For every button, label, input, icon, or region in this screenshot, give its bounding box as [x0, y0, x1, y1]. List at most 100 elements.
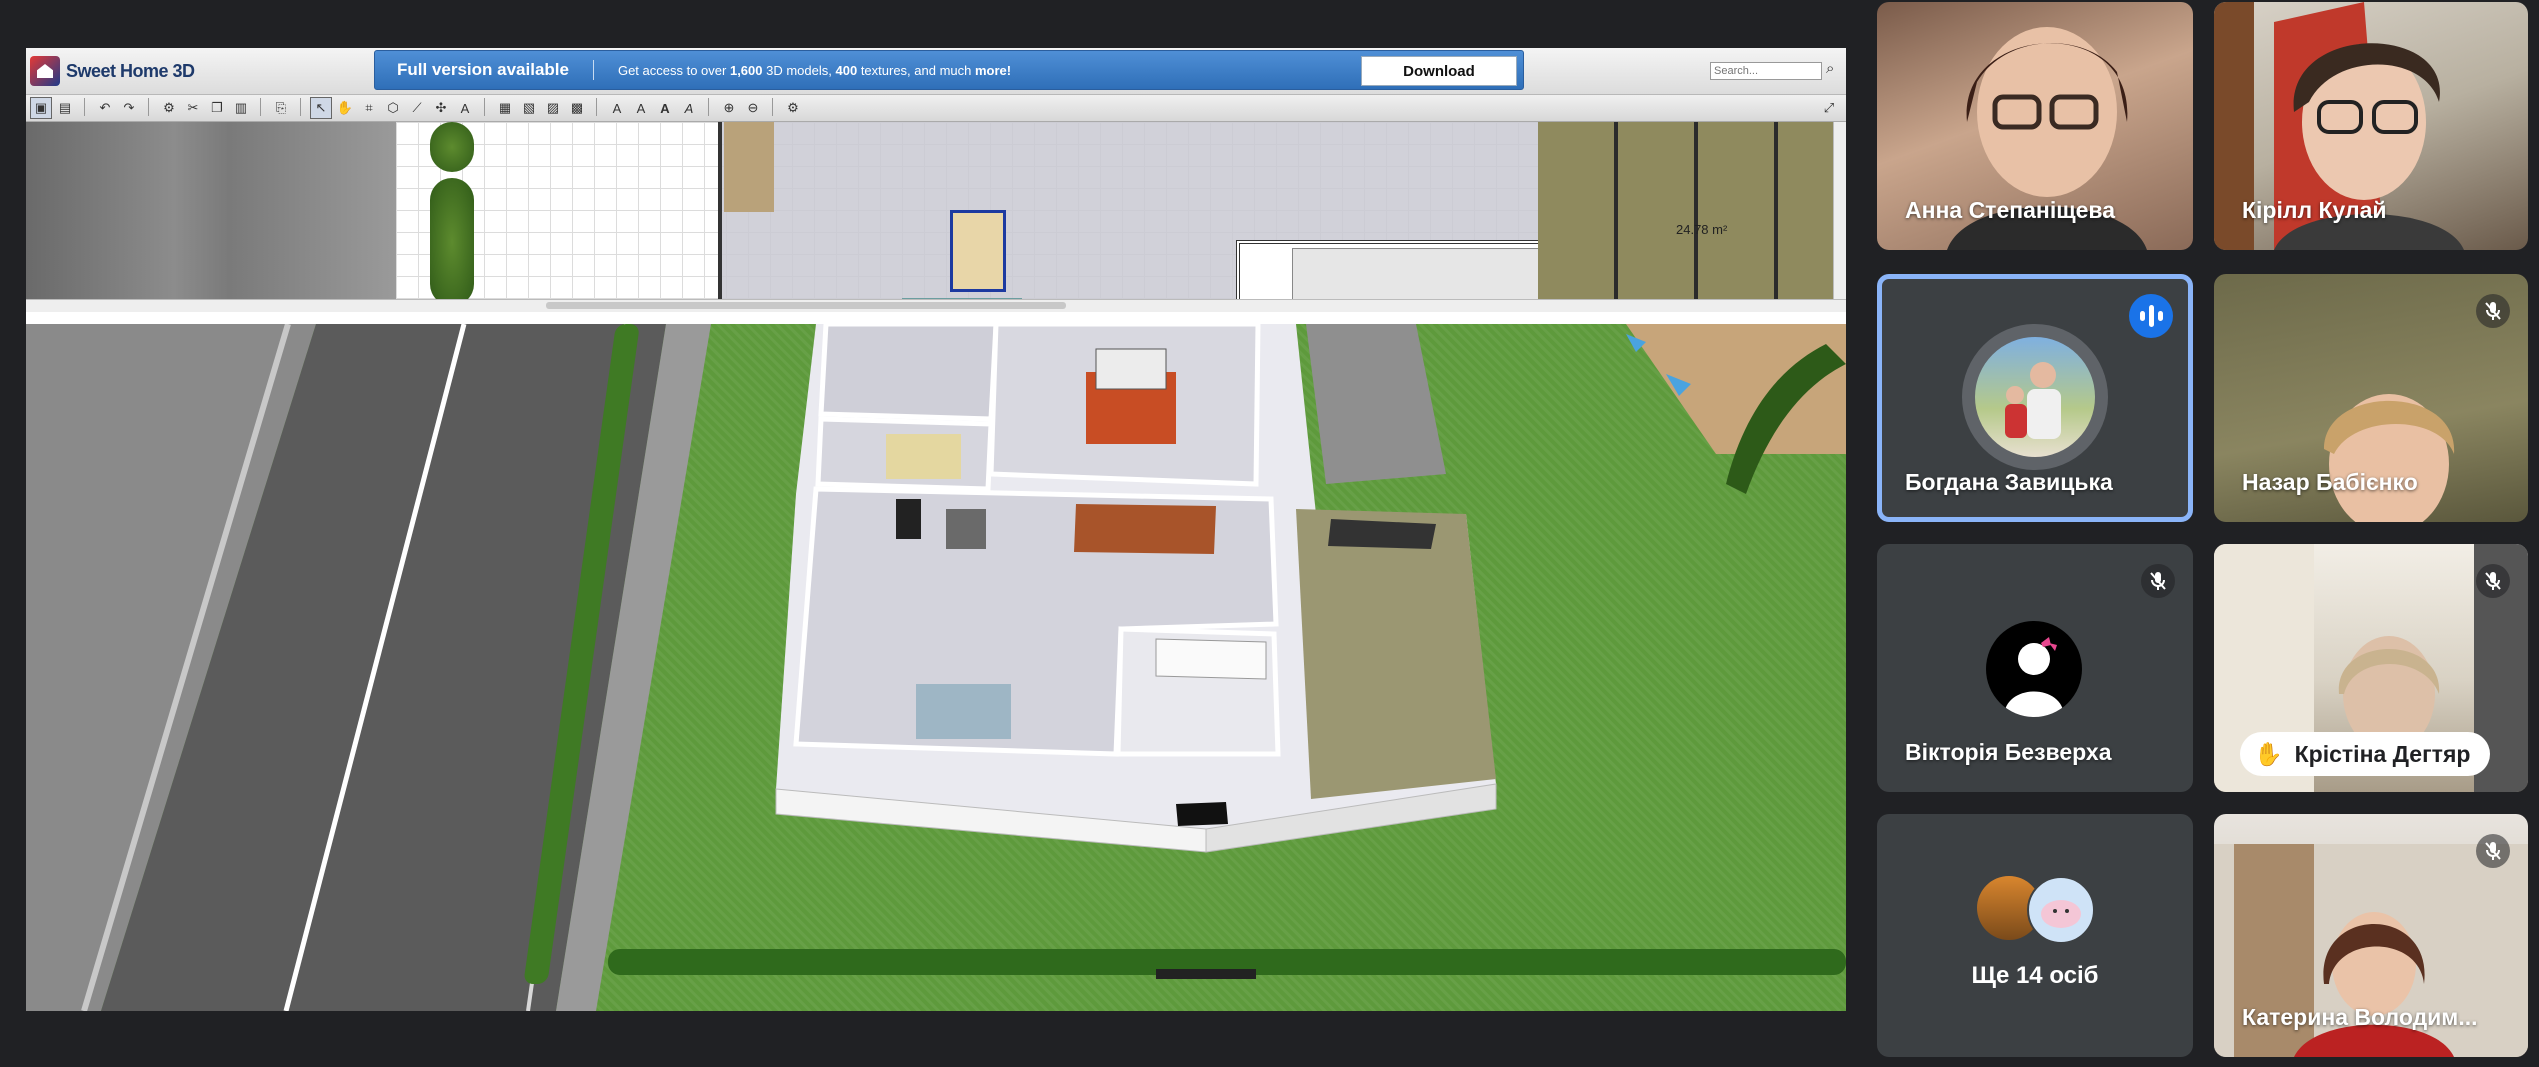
garage-floor: [1296, 509, 1496, 799]
bathroom: [818, 324, 999, 422]
plan-area-label: 24.78 m²: [1676, 222, 1728, 237]
promo-divider: [592, 60, 594, 80]
app-logo: Sweet Home 3D: [30, 54, 195, 88]
participant-tile[interactable]: Вікторія Безверха: [1877, 544, 2193, 792]
italic-text-icon[interactable]: A: [678, 97, 700, 119]
participant-name: Назар Бабієнко: [2242, 469, 2418, 495]
participant-name: Кірілл Кулай: [2242, 197, 2387, 223]
mic-off-icon: [2476, 834, 2510, 868]
participant-tile-active[interactable]: Богдана Завицька: [1877, 274, 2193, 522]
garage-bench: [1328, 519, 1436, 549]
participant-name: Богдана Завицька: [1905, 469, 2113, 495]
scrollbar-thumb[interactable]: [546, 302, 1066, 309]
toolbar: ▣ ▤ ↶ ↷ ⚙ ✂ ❐ ▥ ⎘ ↖ ✋ ⌗ ⬡ ⟋ ✣ A ▦ ▧ ▨ ▩ …: [26, 95, 1846, 122]
more-participants-tile[interactable]: Ще 14 осіб: [1877, 814, 2193, 1057]
3d-scene: [26, 324, 1846, 1011]
plan-furniture: [724, 122, 774, 212]
plan-hedge: [430, 178, 474, 306]
plan-selected-furniture[interactable]: [950, 210, 1006, 292]
catalog-view-icon[interactable]: ▣: [30, 97, 52, 119]
window-shelf: [1074, 504, 1216, 554]
audio-level-icon: [2129, 294, 2173, 338]
participant-name: Катерина Володим...: [2242, 1004, 2478, 1030]
participant-name: Вікторія Безверха: [1905, 739, 2112, 765]
more-participants-label: Ще 14 осіб: [1971, 962, 2099, 989]
toolbar-divider: [148, 98, 149, 116]
participant-name: Анна Степаніщева: [1905, 197, 2116, 223]
toolbar-divider: [260, 98, 261, 116]
mic-off-icon: [2476, 294, 2510, 328]
save-icon[interactable]: ▤: [54, 97, 76, 119]
undo-icon[interactable]: ↶: [94, 97, 116, 119]
avatar: [1975, 337, 2095, 457]
promo-title: Full version available: [397, 60, 569, 79]
zoom-out-icon[interactable]: ⊖: [742, 97, 764, 119]
avatar: [1986, 621, 2082, 717]
dining-table: [916, 684, 1011, 739]
increase-text-icon[interactable]: A: [606, 97, 628, 119]
search-icon[interactable]: ⌕: [1826, 60, 1834, 77]
doormat: [1176, 802, 1228, 826]
plan-vertical-scrollbar[interactable]: [1833, 122, 1846, 300]
zoom-in-icon[interactable]: ⊕: [718, 97, 740, 119]
pan-mode-icon[interactable]: ✋: [334, 97, 356, 119]
create-photo-icon[interactable]: ▦: [494, 97, 516, 119]
create-dimensions-icon[interactable]: ✣: [430, 97, 452, 119]
create-video-icon[interactable]: ▧: [518, 97, 540, 119]
decrease-text-icon[interactable]: A: [630, 97, 652, 119]
avatar-photo: [2041, 900, 2081, 928]
avatar-photo: [2005, 362, 2061, 439]
cut-icon[interactable]: ✂: [182, 97, 204, 119]
wardrobe: [886, 434, 961, 479]
download-button[interactable]: Download: [1361, 56, 1517, 86]
shared-screen: Sweet Home 3D Full version available Get…: [26, 48, 1846, 1011]
paste-style-icon[interactable]: ⎘: [270, 97, 292, 119]
bathtub: [1155, 638, 1267, 680]
plan-hedge: [430, 122, 474, 172]
create-polylines-icon[interactable]: ⟋: [406, 97, 428, 119]
toolbar-divider: [708, 98, 709, 116]
add-furniture-icon[interactable]: ⚙: [158, 97, 180, 119]
copy-icon[interactable]: ❐: [206, 97, 228, 119]
participant-tile[interactable]: ✋ Крістіна Дегтяр: [2214, 544, 2528, 792]
plan-view[interactable]: 24.78 m²: [26, 122, 1846, 312]
oven: [946, 509, 986, 549]
toolbar-divider: [84, 98, 85, 116]
search-input[interactable]: [1710, 62, 1822, 80]
raised-hand-badge: ✋ Крістіна Дегтяр: [2240, 732, 2491, 776]
import-furniture-icon[interactable]: ▨: [542, 97, 564, 119]
raised-hand-icon: ✋: [2254, 740, 2283, 767]
carport-roof: [1306, 324, 1446, 484]
3d-view[interactable]: [26, 324, 1846, 1011]
avatar: [2027, 876, 2095, 944]
mic-off-icon: [2476, 564, 2510, 598]
bold-text-icon[interactable]: A: [654, 97, 676, 119]
redo-icon[interactable]: ↷: [118, 97, 140, 119]
paste-icon[interactable]: ▥: [230, 97, 252, 119]
add-text-icon[interactable]: A: [454, 97, 476, 119]
promo-text: Get access to over 1,600 3D models, 400 …: [617, 62, 1012, 78]
participant-tile[interactable]: Кірілл Кулай: [2214, 2, 2528, 250]
sand-area: [1626, 324, 1846, 454]
promo-banner: Full version available Get access to ove…: [374, 50, 1524, 90]
toolbar-divider: [300, 98, 301, 116]
plan-horizontal-scrollbar[interactable]: [26, 299, 1846, 312]
preferences-icon[interactable]: ⚙: [782, 97, 804, 119]
participant-tile[interactable]: Анна Степаніщева: [1877, 2, 2193, 250]
participant-tile[interactable]: Назар Бабієнко: [2214, 274, 2528, 522]
import-background-icon[interactable]: ▩: [566, 97, 588, 119]
plan-catalog-area: [26, 122, 396, 312]
app-header: Sweet Home 3D Full version available Get…: [26, 48, 1846, 95]
select-mode-icon[interactable]: ↖: [310, 97, 332, 119]
stove: [896, 499, 921, 539]
avatar-photo: [2004, 637, 2064, 717]
mic-off-icon: [2141, 564, 2175, 598]
participant-tile[interactable]: Катерина Володим...: [2214, 814, 2528, 1057]
fullscreen-icon[interactable]: ⤢: [1818, 97, 1840, 119]
app-title: Sweet Home 3D: [66, 60, 195, 81]
toolbar-divider: [484, 98, 485, 116]
gate: [1156, 969, 1256, 979]
plan-wall: [718, 122, 722, 312]
create-rooms-icon[interactable]: ⬡: [382, 97, 404, 119]
create-walls-icon[interactable]: ⌗: [358, 97, 380, 119]
